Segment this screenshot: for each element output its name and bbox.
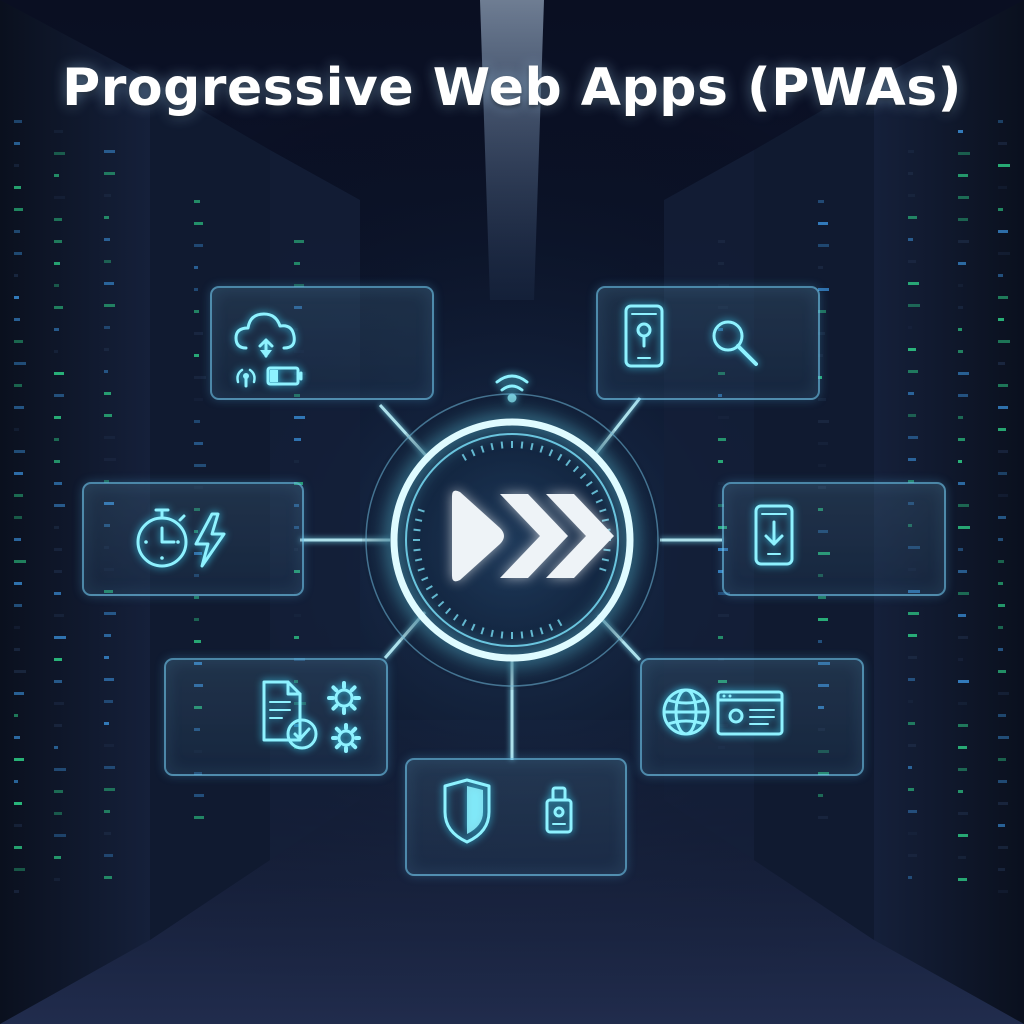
document-check-icon — [262, 680, 318, 750]
panel-fast[interactable] — [82, 482, 304, 596]
panel-offline-sync[interactable] — [210, 286, 434, 400]
gear-icon — [327, 681, 361, 715]
battery-icon — [266, 366, 303, 386]
phone-download-icon — [754, 504, 794, 566]
panel-automation[interactable] — [164, 658, 388, 776]
pwa-hub — [360, 390, 664, 694]
panel-web-platform[interactable] — [640, 658, 864, 776]
shield-icon — [443, 778, 491, 844]
globe-icon — [662, 688, 710, 736]
phone-lock-icon — [624, 304, 664, 368]
lightning-icon — [194, 512, 226, 568]
panel-secure[interactable] — [405, 758, 627, 876]
gear-icon — [331, 723, 361, 753]
usb-key-icon — [545, 786, 573, 834]
stopwatch-icon — [136, 508, 188, 568]
wireless-signal-icon — [236, 368, 256, 388]
search-icon — [712, 320, 758, 366]
browser-window-icon — [716, 690, 784, 736]
panel-discoverable[interactable] — [596, 286, 820, 400]
panel-installable[interactable] — [722, 482, 946, 596]
